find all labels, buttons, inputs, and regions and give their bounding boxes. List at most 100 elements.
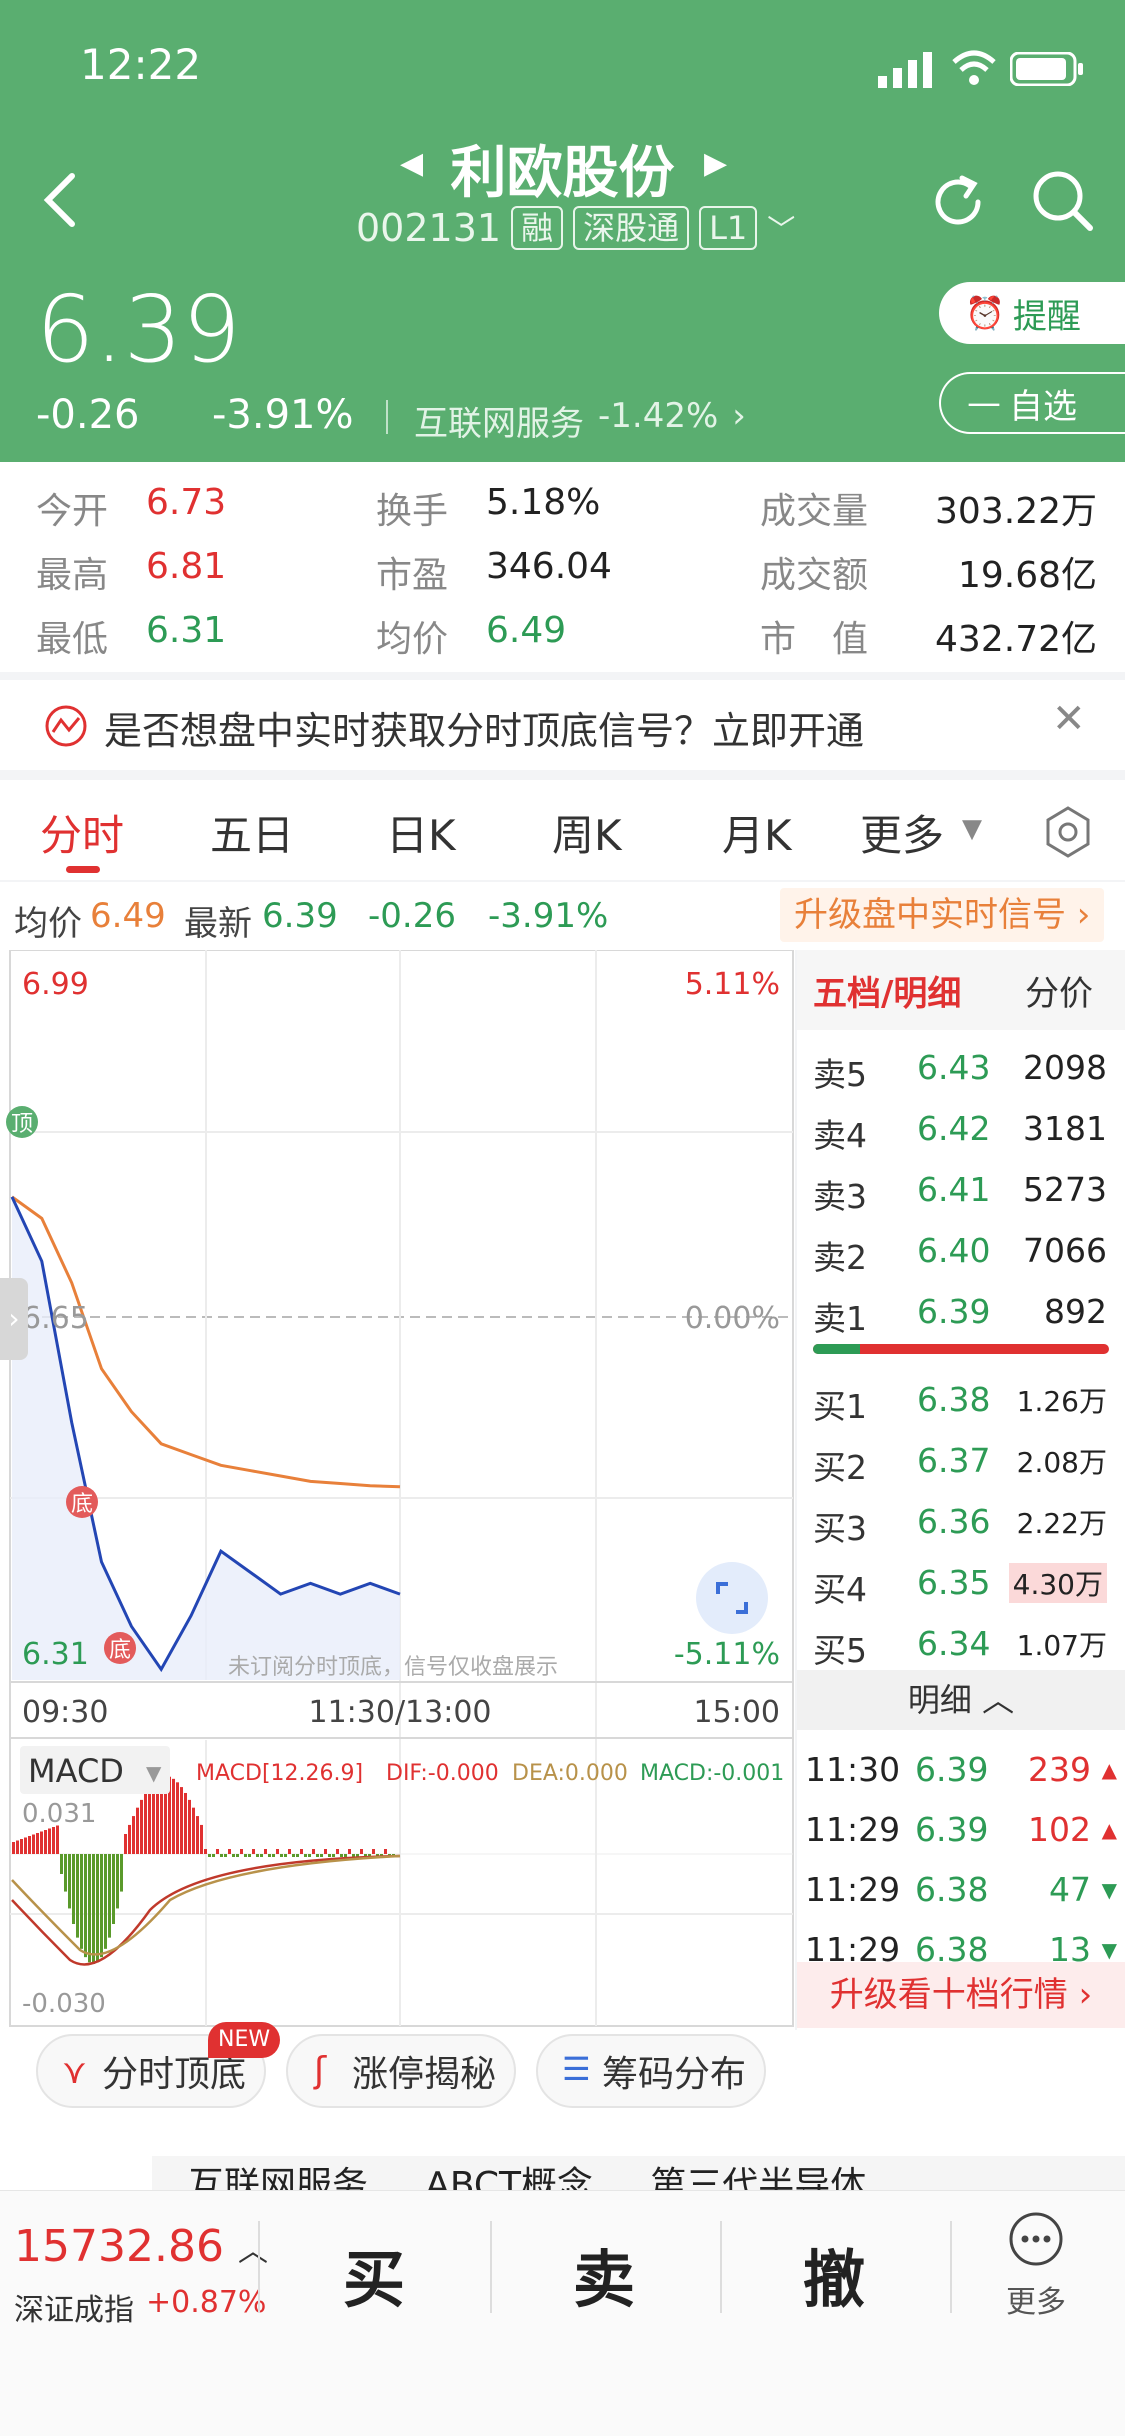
bid-volume: 1.26万 xyxy=(1016,1385,1107,1418)
bid-row[interactable]: 买2 6.37 2.08万 xyxy=(813,1431,1113,1491)
signal-icon-circle xyxy=(45,705,87,747)
macd-bar xyxy=(220,1854,223,1857)
bottom-signal-text: 底 xyxy=(109,1638,131,1663)
info-change-pct: -3.91% xyxy=(488,896,609,936)
macd-bar xyxy=(384,1849,387,1854)
x-axis-mid: 11:30/13:00 xyxy=(308,1695,491,1730)
tab-five-day[interactable]: 五日 xyxy=(210,802,294,863)
macd-bar xyxy=(308,1854,311,1857)
macd-bar xyxy=(336,1849,339,1854)
ask-row[interactable]: 卖4 6.42 3181 xyxy=(813,1099,1113,1159)
cancel-order-button[interactable]: 撤 xyxy=(764,2229,904,2319)
macd-bar xyxy=(360,1849,363,1854)
chevron-down-icon[interactable]: ﹀ xyxy=(767,208,795,248)
macd-bar xyxy=(208,1854,211,1857)
trade-price: 6.39 xyxy=(915,1750,989,1789)
more-button[interactable]: 更多 xyxy=(976,2211,1096,2321)
close-icon[interactable]: ✕ xyxy=(1052,696,1086,742)
fullscreen-button[interactable] xyxy=(696,1562,768,1634)
intraday-chart[interactable]: 顶 底 底 6.99 6.65 6.31 5.11% 0.00% -5.11% … xyxy=(0,950,795,2030)
add-watchlist-button[interactable]: — 自选 xyxy=(939,372,1125,434)
tab-monthly-k[interactable]: 月K xyxy=(722,802,792,863)
ask-row[interactable]: 卖2 6.40 7066 xyxy=(813,1221,1113,1281)
macd-bar xyxy=(256,1854,259,1857)
macd-value: MACD:-0.001 xyxy=(640,1761,784,1786)
macd-bar xyxy=(76,1854,79,1938)
ask-row[interactable]: 卖5 6.43 2098 xyxy=(813,1038,1113,1098)
upgrade-signal-button[interactable]: 升级盘中实时信号 › xyxy=(780,888,1105,942)
low-price: 6.31 xyxy=(146,610,227,651)
price-change-pct: -3.91% xyxy=(212,392,354,438)
expand-icon xyxy=(716,1582,748,1614)
index-value[interactable]: 15732.86 ︿ xyxy=(14,2221,268,2272)
related-concepts-peek[interactable]: 互联网服务 ... ABCT概念 ... 第三代半导体 xyxy=(152,2156,1125,2190)
tab-weekly-k[interactable]: 周K xyxy=(552,802,622,863)
macd-bar xyxy=(52,1827,55,1854)
detail-toggle[interactable]: 明细 ︿ xyxy=(797,1670,1125,1730)
macd-bar xyxy=(180,1787,183,1854)
bid-row[interactable]: 买5 6.34 1.07万 xyxy=(813,1614,1113,1674)
bid-volume: 2.22万 xyxy=(1016,1507,1107,1540)
tab-daily-k[interactable]: 日K xyxy=(386,802,456,863)
macd-bar xyxy=(276,1849,279,1854)
macd-axis-bottom: -0.030 xyxy=(22,1989,106,2019)
tag-connect: 深股通 xyxy=(573,206,690,250)
remind-button[interactable]: ⏰ 提醒 xyxy=(939,282,1125,344)
bid-row[interactable]: 买3 6.36 2.22万 xyxy=(813,1492,1113,1552)
macd-bar xyxy=(28,1836,31,1854)
macd-bar xyxy=(64,1854,67,1892)
bid-row[interactable]: 买1 6.38 1.26万 xyxy=(813,1370,1113,1430)
sector-link[interactable]: 互联网服务 -1.42% › xyxy=(414,396,746,445)
macd-bar xyxy=(292,1854,295,1857)
trade-price: 6.38 xyxy=(915,1870,989,1909)
tab-price-volume[interactable]: 分价 xyxy=(1025,966,1093,1015)
bid-level: 买5 xyxy=(813,1631,867,1670)
buy-button[interactable]: 买 xyxy=(304,2229,444,2319)
ask-price: 6.39 xyxy=(917,1292,991,1331)
settings-icon[interactable] xyxy=(1044,806,1092,858)
bid-volume: 4.30万 xyxy=(1008,1563,1107,1603)
signal-banner[interactable]: 是否想盘中实时获取分时顶底信号？立即开通 ✕ xyxy=(0,680,1125,770)
chip-chip-distribution[interactable]: ☰ 筹码分布 xyxy=(536,2034,766,2108)
ask-row[interactable]: 卖1 6.39 892 xyxy=(813,1282,1113,1342)
ask-row[interactable]: 卖3 6.41 5273 xyxy=(813,1160,1113,1220)
indicator-chips: ⋎ 分时顶底 NEW ʃ 涨停揭秘 ☰ 筹码分布 互联网服务 ... ABCT概… xyxy=(0,2022,1125,2190)
tab-order-book[interactable]: 五档/明细 xyxy=(813,966,961,1015)
macd-bar xyxy=(176,1782,179,1854)
macd-bar xyxy=(184,1792,187,1854)
trade-volume: 239 xyxy=(1028,1750,1091,1789)
chip-limit-up[interactable]: ʃ 涨停揭秘 xyxy=(286,2034,516,2108)
sell-button[interactable]: 卖 xyxy=(534,2229,674,2319)
upgrade-level2-button[interactable]: 升级看十档行情 › xyxy=(797,1962,1125,2028)
chevron-right-icon: › xyxy=(732,396,746,436)
market-cap: 432.72亿 xyxy=(935,619,1097,660)
y-axis-top: 6.99 xyxy=(22,967,89,1002)
open-price: 6.73 xyxy=(146,482,227,523)
intraday-chart-svg[interactable]: 顶 底 底 6.99 6.65 6.31 5.11% 0.00% -5.11% … xyxy=(0,950,795,2030)
wifi-icon xyxy=(952,50,996,85)
search-icon[interactable] xyxy=(1028,166,1096,234)
macd-bar xyxy=(136,1807,139,1854)
refresh-icon[interactable] xyxy=(926,170,990,234)
chart-drawer-handle[interactable]: › xyxy=(0,1278,28,1360)
arrow-up-icon: ▲ xyxy=(1101,1818,1117,1842)
macd-selector-label: MACD xyxy=(28,1752,124,1790)
trade-time: 11:29 xyxy=(805,1870,901,1909)
bid-row[interactable]: 买4 6.35 4.30万 xyxy=(813,1553,1113,1613)
macd-bar xyxy=(260,1854,263,1857)
tag-margin: 融 xyxy=(511,206,564,250)
top-signal-text: 顶 xyxy=(11,1112,33,1137)
macd-bar xyxy=(112,1854,115,1925)
tab-intraday[interactable]: 分时 xyxy=(40,802,124,863)
ask-volume: 892 xyxy=(1044,1292,1107,1331)
trade-time: 11:29 xyxy=(805,1810,901,1849)
macd-bar xyxy=(304,1854,307,1857)
trade-bar: 15732.86 ︿ 深证成指 +0.87% 买 卖 撤 更多 xyxy=(0,2190,1125,2436)
tab-more[interactable]: 更多 xyxy=(860,802,944,863)
x-axis-start: 09:30 xyxy=(22,1695,108,1730)
ask-price: 6.41 xyxy=(917,1170,991,1209)
macd-bar xyxy=(72,1854,75,1925)
distribution-icon: ☰ xyxy=(562,2050,591,2088)
macd-bar xyxy=(340,1854,343,1857)
macd-bar xyxy=(300,1849,303,1854)
